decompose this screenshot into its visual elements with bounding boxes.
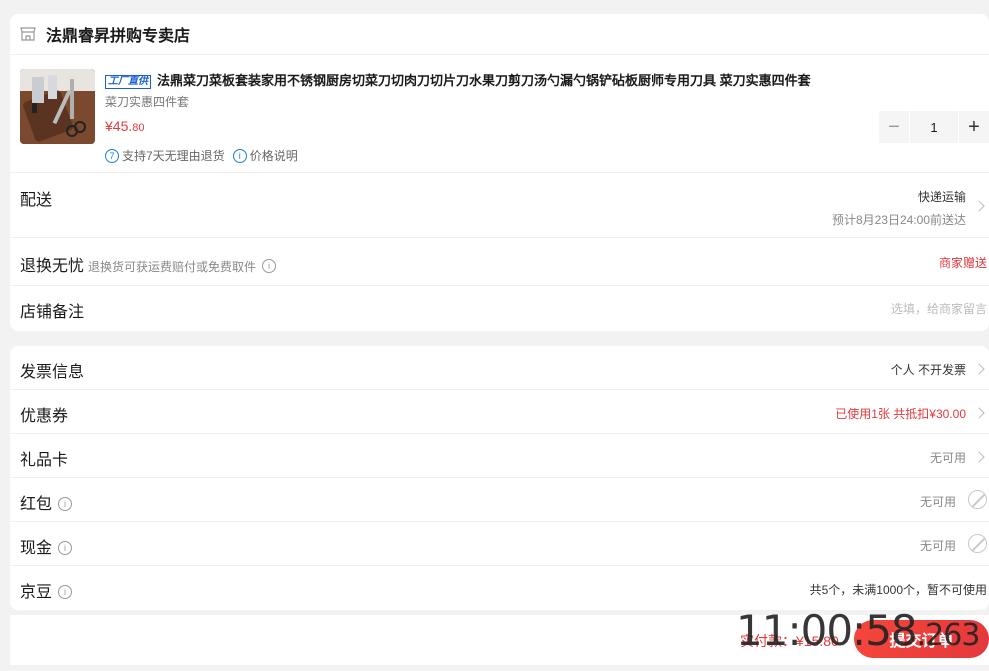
redpacket-value: 无可用 [919, 495, 956, 509]
cash-label: 现金 [20, 540, 53, 557]
info-icon[interactable]: i [58, 541, 73, 555]
divider [10, 54, 989, 55]
unavailable-icon [968, 490, 987, 509]
giftcard-chevron-icon[interactable] [973, 451, 985, 463]
jingdou-row: 京豆 i [20, 578, 73, 602]
info-icon[interactable]: i [58, 497, 73, 511]
coupon-label: 优惠券 [20, 408, 69, 425]
info-icon: i [232, 148, 247, 163]
product-title-text: 法鼎菜刀菜板套装家用不锈钢厨房切菜刀切肉刀切片刀水果刀剪刀汤勺漏勺锅铲砧板厨师专… [157, 73, 811, 88]
invoice-label: 发票信息 [20, 364, 85, 381]
clock-time: 11:00:58 [736, 606, 918, 655]
quantity-value[interactable]: 1 [910, 111, 958, 143]
store-remark-label: 店铺备注 [20, 304, 85, 321]
divider [10, 565, 989, 566]
coupon-value[interactable]: 已使用1张 共抵扣¥30.00 [835, 405, 966, 422]
product-title[interactable]: 工厂直供 法鼎菜刀菜板套装家用不锈钢厨房切菜刀切肉刀切片刀水果刀剪刀汤勺漏勺锅铲砧… [105, 70, 811, 89]
divider [10, 521, 989, 522]
return-policy-text[interactable]: 支持7天无理由退货 [122, 147, 225, 164]
store-icon [20, 27, 36, 41]
price-symbol: ¥ [105, 118, 113, 134]
price-decimal: 80 [132, 122, 145, 134]
jingdou-label: 京豆 [20, 584, 53, 601]
return-worry-row: 退换无忧 退换货可获运费赔付或免费取件 i [20, 252, 277, 276]
return-worry-label: 退换无忧 [20, 258, 85, 275]
delivery-label: 配送 [20, 192, 53, 209]
price-int: 45. [112, 118, 133, 134]
return-worry-desc: 退换货可获运费赔付或免费取件 [88, 260, 257, 274]
info-icon[interactable]: i [262, 259, 277, 273]
return-worry-value: 商家赠送 [938, 256, 987, 270]
order-store-card: 法鼎睿昇拼购专卖店 工厂直供 法鼎菜刀菜板套装家用不锈钢厨房切菜刀切肉刀切片刀水果… [10, 14, 989, 331]
coupon-chevron-icon[interactable] [973, 407, 985, 419]
divider [10, 237, 989, 238]
invoice-value[interactable]: 个人 不开发票 [891, 361, 966, 378]
seven-day-icon: 7 [105, 148, 119, 163]
payment-options-card: 发票信息 个人 不开发票 优惠券 已使用1张 共抵扣¥30.00 礼品卡 无可用… [10, 346, 989, 610]
giftcard-value[interactable]: 无可用 [930, 449, 966, 466]
cash-row: 现金 i [20, 534, 73, 558]
store-remark-input[interactable]: 选填，给商家留言 [891, 300, 987, 317]
price-explain-link[interactable]: 价格说明 [250, 147, 298, 164]
overlay-clock: 11:00:58.263 [736, 606, 981, 655]
divider [10, 172, 989, 173]
delivery-method[interactable]: 快递运输 [918, 188, 966, 205]
divider [10, 285, 989, 286]
store-header[interactable]: 法鼎睿昇拼购专卖店 [20, 23, 190, 45]
unavailable-icon [968, 534, 987, 553]
info-icon[interactable]: i [58, 585, 73, 599]
factory-direct-tag: 工厂直供 [105, 75, 151, 89]
jingdou-value: 共5个，未满1000个，暂不可使用 [809, 583, 987, 597]
divider [10, 477, 989, 478]
cash-value: 无可用 [919, 539, 956, 553]
product-price: ¥45.80 [105, 118, 145, 134]
decrement-button[interactable]: − [879, 111, 909, 143]
delivery-chevron-icon[interactable] [973, 200, 985, 212]
invoice-chevron-icon[interactable] [973, 363, 985, 375]
store-name: 法鼎睿昇拼购专卖店 [46, 28, 191, 45]
product-image[interactable] [20, 69, 95, 144]
redpacket-row: 红包 i [20, 490, 73, 514]
clock-ms: .263 [916, 618, 981, 653]
increment-button[interactable]: + [959, 111, 989, 143]
divider [10, 433, 989, 434]
product-spec[interactable]: 菜刀实惠四件套 [105, 93, 189, 110]
giftcard-label: 礼品卡 [20, 452, 69, 469]
quantity-stepper: − 1 + [879, 111, 989, 143]
service-tags: 7 支持7天无理由退货 i 价格说明 [105, 147, 298, 164]
redpacket-label: 红包 [20, 496, 53, 513]
divider [10, 389, 989, 390]
delivery-eta: 预计8月23日24:00前送达 [831, 213, 966, 227]
